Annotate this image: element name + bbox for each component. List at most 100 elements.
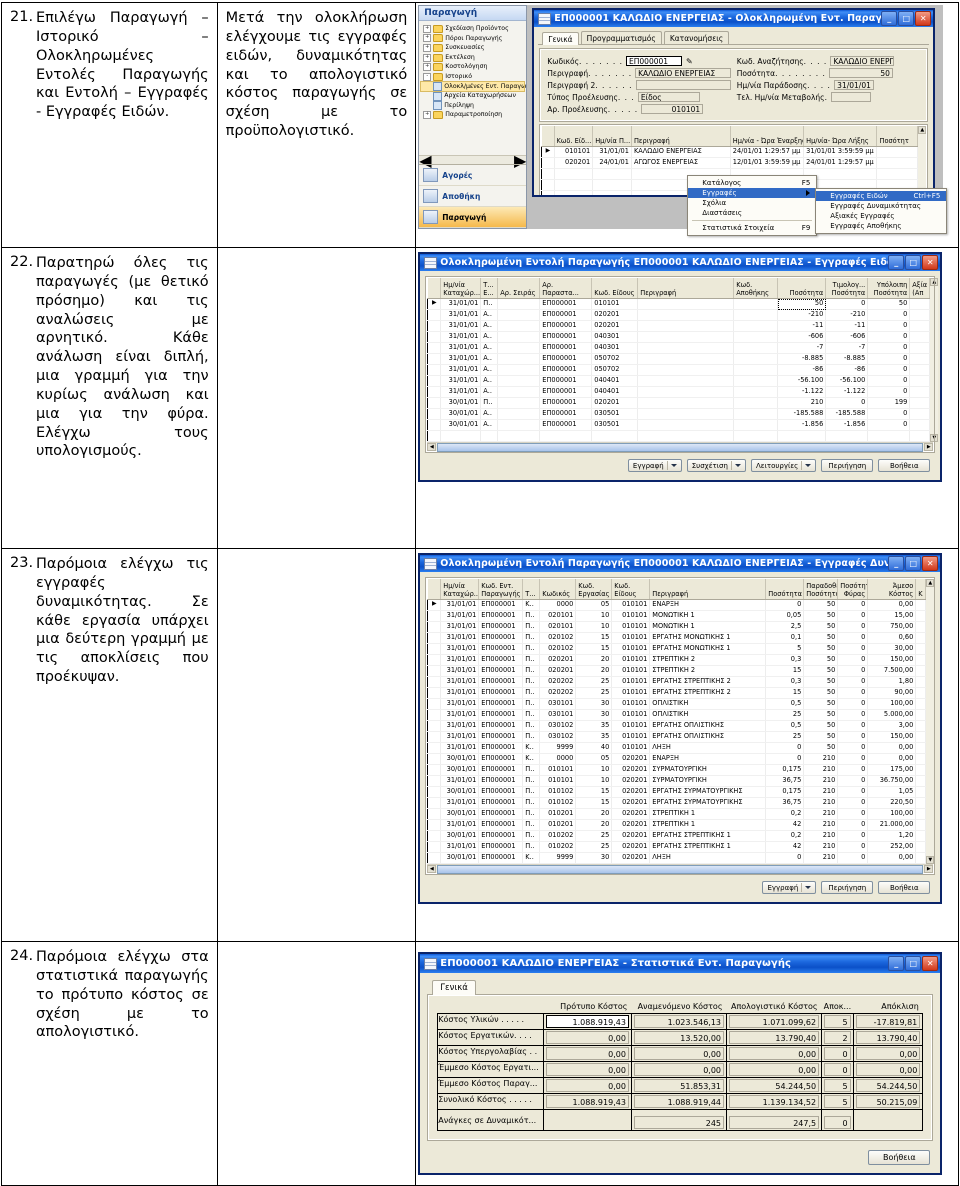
cell-location[interactable] xyxy=(733,408,779,420)
cell-entry-type[interactable]: Α.. xyxy=(480,331,499,343)
table-row[interactable] xyxy=(427,430,931,442)
cell-code[interactable]: 010201 xyxy=(539,808,577,820)
cell-description[interactable]: ΣΥΡΜΑΤΟΥΡΓΙΚΗ xyxy=(649,764,767,776)
table-row[interactable]: 31/01/01 Α.. ΕΠ000001 040301 -7 -7 0 xyxy=(427,342,931,354)
cell-empty[interactable] xyxy=(592,190,632,195)
table-row[interactable]: 020201 24/01/01 ΑΓΩΓΟΣ ΕΝΕΡΓΕΙΑΣ 12/01/0… xyxy=(541,157,919,169)
help-button[interactable]: Βοήθεια xyxy=(878,881,931,894)
cell-quantity[interactable]: -1.122 xyxy=(777,386,827,398)
cell-empty[interactable] xyxy=(733,430,779,442)
cell-remaining-quantity[interactable]: 199 xyxy=(867,397,911,409)
close-button[interactable]: ✕ xyxy=(915,11,932,26)
cell-operation-no[interactable]: 10 xyxy=(575,610,613,622)
deviation-percent-value[interactable]: 0 xyxy=(824,1047,851,1060)
table-row[interactable]: 31/01/01 Α.. ΕΠ000001 020201 -210 -210 0 xyxy=(427,309,931,321)
cell-quantity[interactable]: 0 xyxy=(765,742,805,754)
submenu-item-warehouse-entries[interactable]: Εγγραφές Αποθήκης xyxy=(816,221,946,231)
cell-empty[interactable] xyxy=(825,430,869,442)
cell-posting-date[interactable]: 31/01/01 xyxy=(440,331,482,343)
cell-document-no[interactable]: ΕΠ000001 xyxy=(539,309,593,321)
cell-empty[interactable] xyxy=(592,168,632,180)
cell-direct-cost[interactable]: 30,00 xyxy=(867,643,917,655)
grid-vertical-scrollbar[interactable]: ▲ ▼ xyxy=(930,278,939,442)
table-row[interactable]: 31/01/01 ΕΠ000001 Π.. 010101 10 020201 ΣΥΡΜΑΤΟ… xyxy=(427,775,927,787)
cell-document-no[interactable]: ΕΠ000001 xyxy=(539,320,593,332)
cell-type[interactable]: Π.. xyxy=(522,676,541,688)
expected-cost-value[interactable]: 0,00 xyxy=(633,1063,725,1076)
cell-document-no[interactable]: ΕΠ000001 xyxy=(539,342,593,354)
cell-scrap-quantity[interactable]: 0 xyxy=(837,599,869,611)
cell-item-no[interactable]: 010101 xyxy=(611,599,651,611)
cell-direct-cost[interactable]: 90,00 xyxy=(867,687,917,699)
cell-type[interactable]: Π.. xyxy=(522,643,541,655)
cell-output-quantity[interactable]: 210 xyxy=(803,852,839,864)
cell-code[interactable]: 010202 xyxy=(539,830,577,842)
cell-type[interactable]: Π.. xyxy=(522,819,541,831)
cell-extra[interactable] xyxy=(915,632,927,644)
cell-extra[interactable] xyxy=(915,643,927,655)
cell-item-no[interactable]: 020201 xyxy=(611,808,651,820)
cell-scrap-quantity[interactable]: 0 xyxy=(837,665,869,677)
cell-empty[interactable] xyxy=(637,430,735,442)
cell-order-no[interactable]: ΕΠ000001 xyxy=(478,797,524,809)
cell-order-no[interactable]: ΕΠ000001 xyxy=(478,698,524,710)
cell-scrap-quantity[interactable]: 0 xyxy=(837,764,869,776)
cell-empty[interactable] xyxy=(592,179,632,191)
cell-type[interactable]: Κ.. xyxy=(522,742,541,754)
cell-description[interactable] xyxy=(637,364,735,376)
cell-item-no[interactable]: 010101 xyxy=(611,643,651,655)
cell-value[interactable] xyxy=(909,386,931,398)
cell-direct-cost[interactable]: 5.000,00 xyxy=(867,709,917,721)
cell-posting-date[interactable]: 30/01/01 xyxy=(440,852,480,864)
cell-scrap-quantity[interactable]: 0 xyxy=(837,742,869,754)
cell-code[interactable]: 0000 xyxy=(539,599,577,611)
navigate-button[interactable]: Περιήγηση xyxy=(821,881,874,894)
cell-order-no[interactable]: ΕΠ000001 xyxy=(478,786,524,798)
cell-output-quantity[interactable]: 50 xyxy=(803,676,839,688)
cell-document-no[interactable]: ΕΠ000001 xyxy=(539,364,593,376)
cell-value[interactable] xyxy=(909,375,931,387)
cell-posting-date[interactable]: 31/01/01 xyxy=(440,621,480,633)
cell-operation-no[interactable]: 10 xyxy=(575,764,613,776)
cell-start[interactable]: 24/01/01 1:29:57 μμ xyxy=(729,146,805,158)
cell-invoiced-quantity[interactable]: -606 xyxy=(825,331,869,343)
grid-horizontal-scrollbar[interactable]: ◀ ▶ xyxy=(427,442,934,452)
cell-posting-date[interactable]: 31/01/01 xyxy=(440,599,480,611)
maximize-button[interactable]: □ xyxy=(905,556,922,571)
cell-end[interactable]: 31/01/01 3:59:59 μμ xyxy=(803,146,878,158)
cell-direct-cost[interactable]: 1,80 xyxy=(867,676,917,688)
cell-item-no[interactable]: 020201 xyxy=(611,830,651,842)
cell-empty[interactable] xyxy=(777,430,827,442)
cell-quantity[interactable]: 50 xyxy=(777,298,827,310)
cell-description[interactable]: ΟΠΛΙΣΤΙΚΗ xyxy=(649,709,767,721)
cell-description[interactable]: ΕΝΑΡΞΗ xyxy=(649,599,767,611)
cell-operation-no[interactable]: 25 xyxy=(575,687,613,699)
cell-quantity[interactable]: -8.885 xyxy=(777,353,827,365)
cell-operation-no[interactable]: 15 xyxy=(575,797,613,809)
scroll-thumb[interactable] xyxy=(437,864,924,874)
cell-item-no[interactable]: 010101 xyxy=(611,610,651,622)
column-header-output-qty[interactable]: Παραδοθείσα Ποσότητα xyxy=(803,579,839,600)
scroll-down-arrow[interactable]: ▼ xyxy=(930,434,939,442)
cell-value[interactable] xyxy=(909,408,931,420)
table-row[interactable]: 30/01/01 Α.. ΕΠ000001 030501 -185.588 -185.58… xyxy=(427,408,931,420)
tab-general[interactable]: Γενικά xyxy=(542,32,579,45)
cell-order-no[interactable]: ΕΠ000001 xyxy=(478,764,524,776)
cell-extra[interactable] xyxy=(915,720,927,732)
cell-posting-date[interactable]: 31/01/01 xyxy=(440,353,482,365)
cell-empty[interactable] xyxy=(440,430,482,442)
table-row[interactable]: ▶ 31/01/01 ΕΠ000001 Κ.. 0000 05 010101 ΕΝΑΡΞΗ 0 5… xyxy=(427,599,927,611)
cell-remaining-quantity[interactable]: 0 xyxy=(867,331,911,343)
cell-document-no[interactable]: ΕΠ000001 xyxy=(539,419,593,431)
cell-direct-cost[interactable]: 0,60 xyxy=(867,632,917,644)
cell-description[interactable]: ΕΡΓΑΤΗΣ ΣΥΡΜΑΤΟΥΡΓΙΚΗΣ xyxy=(649,786,767,798)
cell-posting-date[interactable]: 30/01/01 xyxy=(440,830,480,842)
cell-quantity[interactable]: 0 xyxy=(765,753,805,765)
cell-document-no[interactable]: ΕΠ000001 xyxy=(539,331,593,343)
scroll-up-arrow[interactable]: ▲ xyxy=(930,278,939,286)
cell-description[interactable] xyxy=(637,408,735,420)
tree-item-completed-orders[interactable]: Ολοκλ/μένες Εντ. Παραγωγής xyxy=(420,80,526,93)
cell-operation-no[interactable]: 35 xyxy=(575,731,613,743)
column-header-type[interactable]: Τ... xyxy=(522,579,541,600)
column-header-value[interactable]: Αξία (Απ xyxy=(909,278,931,299)
